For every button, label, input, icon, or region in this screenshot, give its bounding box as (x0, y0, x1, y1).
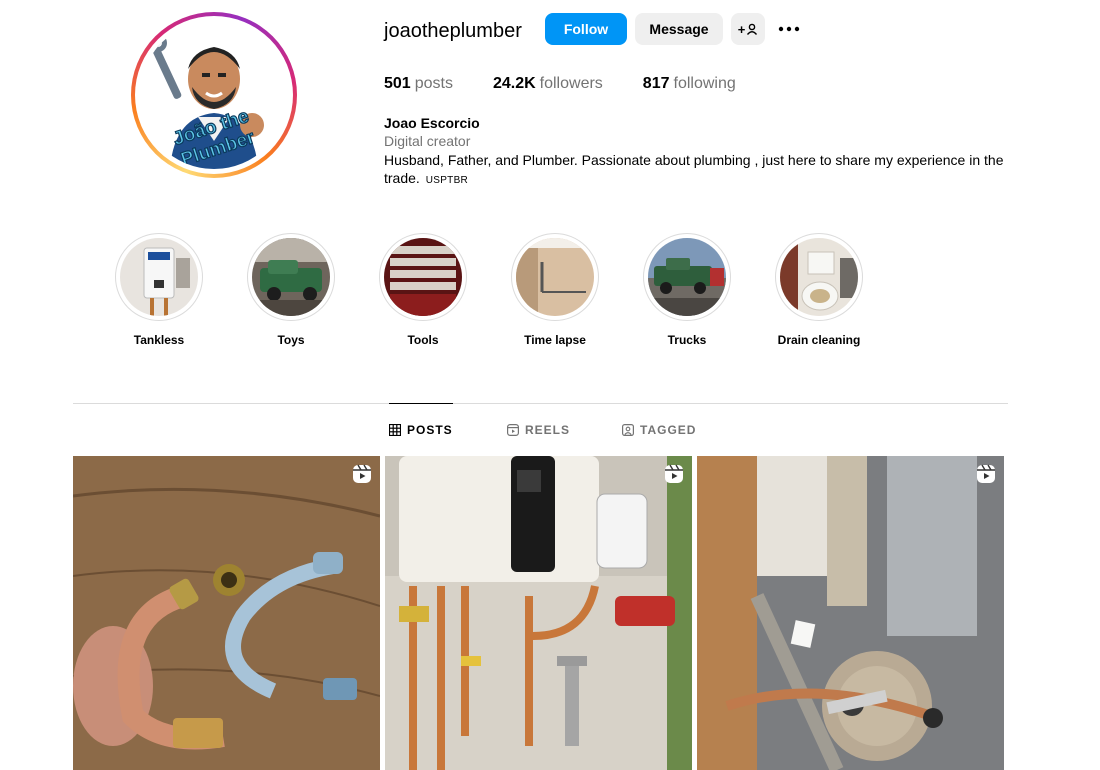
posts-label: posts (414, 75, 453, 92)
posts-stat: 501 posts (384, 75, 453, 93)
highlight-cover (775, 233, 863, 321)
bio-text: Husband, Father, and Plumber. Passionate… (384, 152, 1004, 186)
bio-tag: USPTBR (425, 175, 469, 186)
profile-username: joaotheplumber (384, 20, 522, 42)
avatar-image: João the Plumber (140, 21, 288, 169)
highlight-time-lapse[interactable]: Time lapse (495, 233, 615, 347)
highlight-label: Toys (277, 333, 305, 347)
post-image (73, 456, 380, 770)
follow-button[interactable]: Follow (545, 13, 627, 45)
highlight-trucks[interactable]: Trucks (627, 233, 747, 347)
tab-reels[interactable]: REELS (507, 413, 570, 447)
following-stat[interactable]: 817 following (643, 75, 736, 93)
grid-icon (389, 424, 401, 436)
following-count: 817 (642, 75, 670, 92)
highlight-image (384, 238, 462, 316)
add-user-plus: + (737, 21, 746, 37)
followers-stat[interactable]: 24.2K followers (493, 75, 603, 93)
highlight-cover (511, 233, 599, 321)
profile-stats: 501 posts 24.2K followers 817 following (384, 75, 776, 93)
post-image (385, 456, 692, 770)
more-options-icon[interactable] (777, 17, 801, 41)
tabs-divider (73, 403, 1008, 404)
highlight-drain-cleaning[interactable]: Drain cleaning (759, 233, 879, 347)
add-user-button[interactable]: + (731, 13, 765, 45)
tab-tagged[interactable]: TAGGED (622, 413, 696, 447)
reels-icon (507, 424, 519, 436)
tagged-icon (622, 424, 634, 436)
highlight-cover (643, 233, 731, 321)
highlight-image (780, 238, 858, 316)
profile-category: Digital creator (384, 133, 471, 149)
tab-label: POSTS (407, 423, 453, 437)
highlight-image (516, 238, 594, 316)
profile-avatar[interactable]: João the Plumber (131, 12, 297, 178)
highlight-label: Tools (407, 333, 439, 347)
highlight-label: Trucks (667, 333, 707, 347)
reel-icon (352, 464, 372, 489)
profile-bio: Husband, Father, and Plumber. Passionate… (384, 151, 1009, 190)
add-user-icon: + (738, 22, 759, 37)
post-image (697, 456, 1004, 770)
profile-full-name: Joao Escorcio (384, 115, 480, 131)
highlight-cover (115, 233, 203, 321)
highlight-label: Time lapse (524, 333, 586, 347)
reel-icon (976, 464, 996, 489)
highlight-image (120, 238, 198, 316)
post-thumbnail-3[interactable] (697, 456, 1004, 770)
reel-icon (664, 464, 684, 489)
tab-label: TAGGED (640, 423, 697, 437)
highlight-tankless[interactable]: Tankless (99, 233, 219, 347)
followers-count: 24.2K (492, 75, 536, 92)
highlight-cover (379, 233, 467, 321)
highlight-cover (247, 233, 335, 321)
post-thumbnail-1[interactable] (73, 456, 380, 770)
highlight-tools[interactable]: Tools (363, 233, 483, 347)
tab-label: REELS (525, 423, 571, 437)
post-thumbnail-2[interactable] (385, 456, 692, 770)
avatar-border: João the Plumber (135, 16, 293, 174)
following-label: following (673, 75, 736, 92)
posts-count: 501 (384, 75, 411, 92)
highlight-label: Tankless (133, 333, 185, 347)
highlight-toys[interactable]: Toys (231, 233, 351, 347)
highlight-label: Drain cleaning (777, 333, 861, 347)
message-button[interactable]: Message (635, 13, 723, 45)
highlight-image (252, 238, 330, 316)
followers-label: followers (539, 75, 603, 92)
tab-posts[interactable]: POSTS (389, 403, 453, 447)
highlight-image (648, 238, 726, 316)
